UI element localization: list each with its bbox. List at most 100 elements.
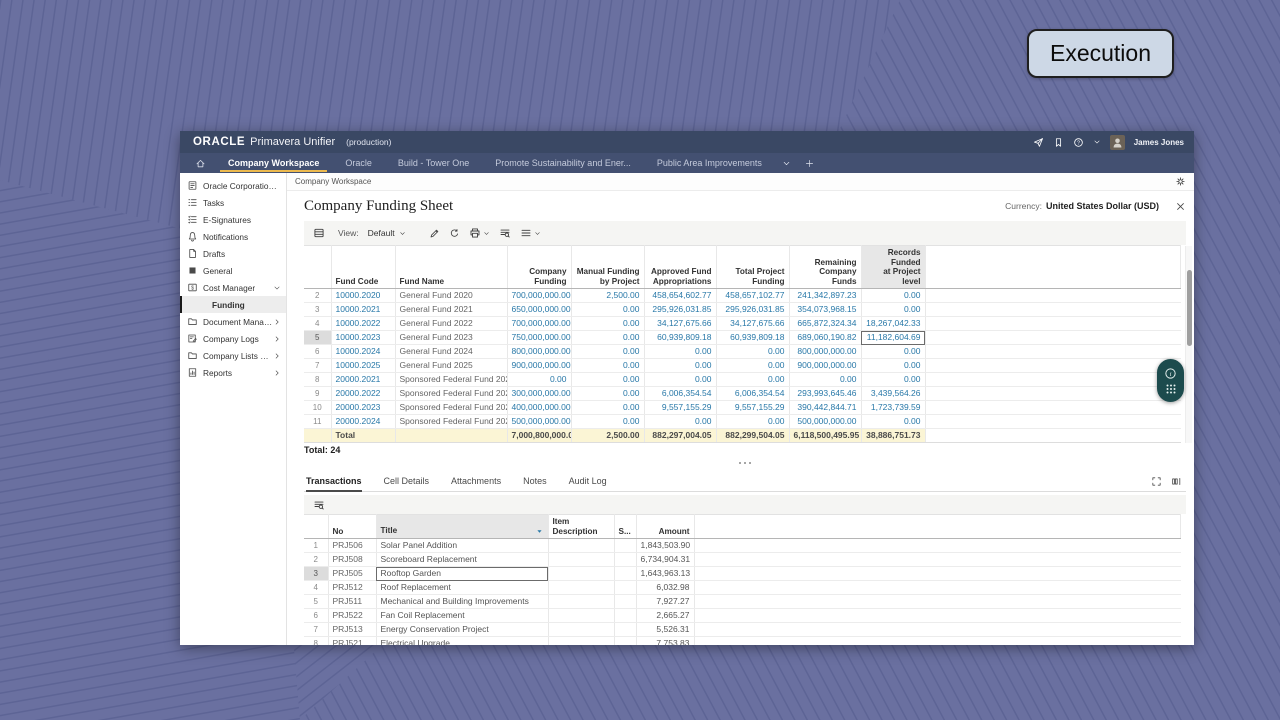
sidebar-item-document-manager[interactable]: Document Manager <box>180 313 286 330</box>
row-number-cell[interactable]: 1 <box>304 538 329 553</box>
workspace-tab-public-area-improvements[interactable]: Public Area Improvements <box>644 153 775 173</box>
fund-code-cell[interactable]: 10000.2021 <box>331 302 396 317</box>
fund-name-cell[interactable]: General Fund 2023 <box>395 330 508 345</box>
funding-value-cell[interactable]: 0.00 <box>507 372 572 387</box>
expand-icon[interactable] <box>1151 476 1162 487</box>
row-number-cell[interactable]: 5 <box>304 330 332 345</box>
amount-cell[interactable]: 5,526.31 <box>636 622 695 637</box>
status-cell[interactable] <box>614 552 637 567</box>
title-cell[interactable]: Rooftop Garden <box>376 566 549 581</box>
info-icon[interactable]: i <box>1164 367 1177 380</box>
funding-value-cell[interactable]: 0.00 <box>861 288 926 303</box>
column-header-fund-name[interactable]: Fund Name <box>395 245 508 289</box>
item-description-cell[interactable] <box>548 538 615 553</box>
title-cell[interactable]: Fan Coil Replacement <box>376 608 549 623</box>
home-icon[interactable] <box>186 153 215 173</box>
column-header-fund-code[interactable]: Fund Code <box>331 245 396 289</box>
menu-button[interactable] <box>520 227 541 239</box>
row-number-cell[interactable]: 2 <box>304 288 332 303</box>
fund-code-cell[interactable]: 20000.2021 <box>331 372 396 387</box>
funding-value-cell[interactable]: 1,723,739.59 <box>861 400 926 415</box>
workspace-tab-build-tower-one[interactable]: Build - Tower One <box>385 153 482 173</box>
find-icon[interactable] <box>313 499 325 511</box>
fund-code-cell[interactable]: 20000.2023 <box>331 400 396 415</box>
funding-value-cell[interactable]: 900,000,000.00 <box>789 358 862 373</box>
sidebar-item-drafts[interactable]: Drafts <box>180 245 286 262</box>
row-number-cell[interactable]: 8 <box>304 372 332 387</box>
funding-value-cell[interactable]: 34,127,675.66 <box>716 316 790 331</box>
workspace-tab-company-workspace[interactable]: Company Workspace <box>215 153 332 173</box>
amount-cell[interactable]: 6,032.98 <box>636 580 695 595</box>
funding-value-cell[interactable]: 650,000,000.00 <box>507 302 572 317</box>
column-header-records-funded-at-project-level[interactable]: Records Funded at Project level <box>861 245 926 289</box>
funding-value-cell[interactable]: 6,006,354.54 <box>716 386 790 401</box>
row-number-cell[interactable]: 4 <box>304 316 332 331</box>
row-number-cell[interactable]: 3 <box>304 302 332 317</box>
guided-learning-widget[interactable]: i <box>1157 359 1184 402</box>
funding-value-cell[interactable]: 0.00 <box>789 372 862 387</box>
record-no-cell[interactable]: PRJ508 <box>328 552 377 567</box>
funding-value-cell[interactable]: 295,926,031.85 <box>644 302 717 317</box>
funding-value-cell[interactable]: 0.00 <box>571 358 645 373</box>
sidebar-item-general[interactable]: General <box>180 262 286 279</box>
funding-value-cell[interactable]: 689,060,190.82 <box>789 330 862 345</box>
funding-value-cell[interactable]: 390,442,844.71 <box>789 400 862 415</box>
print-button[interactable] <box>469 227 490 239</box>
title-cell[interactable]: Scoreboard Replacement <box>376 552 549 567</box>
funding-value-cell[interactable]: 0.00 <box>644 372 717 387</box>
funding-value-cell[interactable]: 9,557,155.29 <box>716 400 790 415</box>
chevron-down-icon[interactable] <box>1093 138 1101 146</box>
funding-value-cell[interactable]: 9,557,155.29 <box>644 400 717 415</box>
help-icon[interactable]: ? <box>1073 137 1084 148</box>
detail-tab-notes[interactable]: Notes <box>512 476 558 491</box>
column-header-title[interactable]: Title <box>376 514 549 539</box>
funding-value-cell[interactable]: 354,073,968.15 <box>789 302 862 317</box>
amount-cell[interactable]: 6,734,904.31 <box>636 552 695 567</box>
funding-value-cell[interactable]: 700,000,000.00 <box>507 288 572 303</box>
funding-value-cell[interactable]: 0.00 <box>861 414 926 429</box>
fund-name-cell[interactable]: Sponsored Federal Fund 2023 <box>395 400 508 415</box>
item-description-cell[interactable] <box>548 608 615 623</box>
record-no-cell[interactable]: PRJ522 <box>328 608 377 623</box>
amount-cell[interactable]: 7,927.27 <box>636 594 695 609</box>
funding-value-cell[interactable]: 2,500.00 <box>571 288 645 303</box>
fund-name-cell[interactable]: General Fund 2024 <box>395 344 508 359</box>
funding-value-cell[interactable]: 0.00 <box>716 358 790 373</box>
funding-value-cell[interactable]: 11,182,604.69 <box>861 330 926 345</box>
detail-tab-attachments[interactable]: Attachments <box>440 476 512 491</box>
funding-value-cell[interactable]: 0.00 <box>571 386 645 401</box>
scrollbar-thumb[interactable] <box>1186 270 1192 346</box>
sidebar-item-company-logs[interactable]: Company Logs <box>180 330 286 347</box>
funding-value-cell[interactable]: 458,657,102.77 <box>716 288 790 303</box>
row-number-cell[interactable]: 11 <box>304 414 332 429</box>
funding-value-cell[interactable]: 750,000,000.00 <box>507 330 572 345</box>
funding-value-cell[interactable]: 0.00 <box>861 372 926 387</box>
column-header-no[interactable]: No <box>328 514 377 539</box>
workspace-tab-oracle[interactable]: Oracle <box>332 153 385 173</box>
fund-code-cell[interactable]: 20000.2024 <box>331 414 396 429</box>
funding-value-cell[interactable]: 295,926,031.85 <box>716 302 790 317</box>
fund-code-cell[interactable]: 10000.2022 <box>331 316 396 331</box>
row-number-cell[interactable]: 6 <box>304 344 332 359</box>
item-description-cell[interactable] <box>548 552 615 567</box>
column-header-manual-funding-by-project[interactable]: Manual Funding by Project <box>571 245 645 289</box>
funding-value-cell[interactable]: 500,000,000.00 <box>789 414 862 429</box>
detail-tab-audit-log[interactable]: Audit Log <box>558 476 618 491</box>
row-number-cell[interactable]: 7 <box>304 622 329 637</box>
column-header-remaining-company-funds[interactable]: Remaining Company Funds <box>789 245 862 289</box>
funding-value-cell[interactable]: 18,267,042.33 <box>861 316 926 331</box>
row-number-cell[interactable]: 6 <box>304 608 329 623</box>
funding-value-cell[interactable]: 0.00 <box>571 330 645 345</box>
sheet-grid-icon[interactable] <box>313 227 325 239</box>
send-icon[interactable] <box>1033 137 1044 148</box>
column-header-company-funding[interactable]: Company Funding <box>507 245 572 289</box>
bookmark-icon[interactable] <box>1053 137 1064 148</box>
fund-name-cell[interactable]: General Fund 2025 <box>395 358 508 373</box>
funding-value-cell[interactable]: 0.00 <box>571 302 645 317</box>
fund-name-cell[interactable]: General Fund 2022 <box>395 316 508 331</box>
title-cell[interactable]: Energy Conservation Project <box>376 622 549 637</box>
status-cell[interactable] <box>614 608 637 623</box>
amount-cell[interactable]: 1,643,963.13 <box>636 566 695 581</box>
refresh-icon[interactable] <box>449 228 460 239</box>
tabs-overflow-chevron-icon[interactable] <box>775 153 798 173</box>
